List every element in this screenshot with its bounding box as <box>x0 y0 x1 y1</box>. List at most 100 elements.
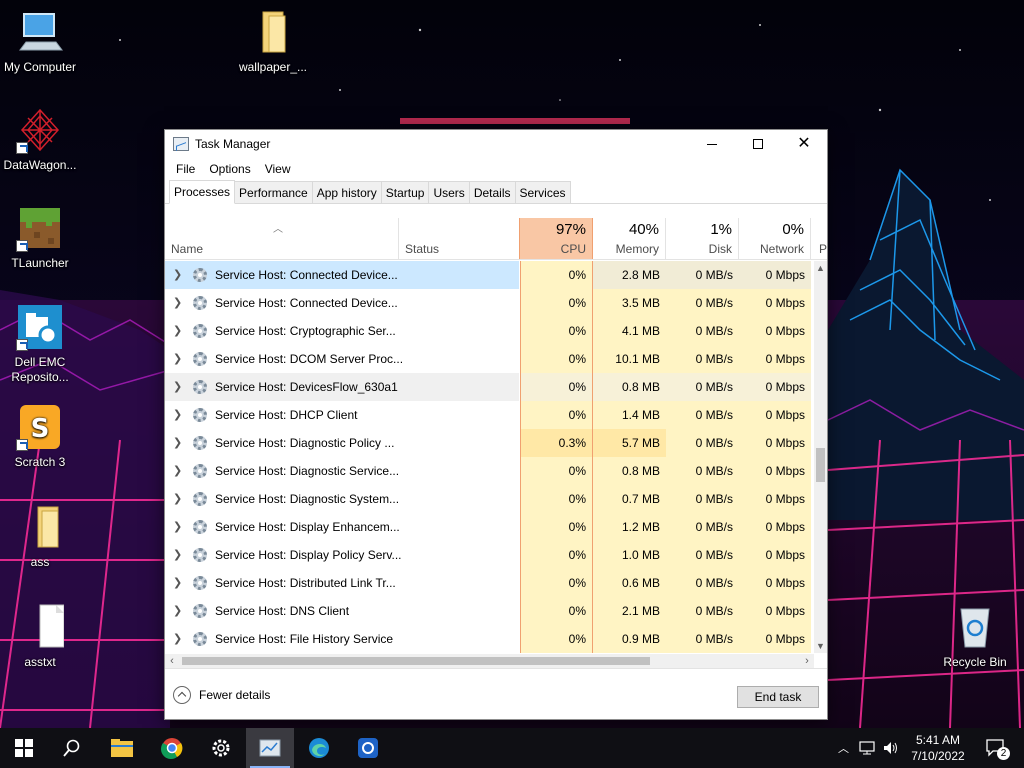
taskbar-file-explorer[interactable] <box>98 728 146 768</box>
scratch-icon: S <box>16 403 64 451</box>
service-gear-icon <box>193 436 207 450</box>
expand-chevron-icon[interactable]: ❯ <box>173 457 182 485</box>
table-row[interactable]: ❯ Service Host: Connected Device... 0% 3.5 … <box>165 289 815 317</box>
process-network: 0 Mbps <box>739 513 811 541</box>
table-row[interactable]: ❯ Service Host: DNS Client 0% 2.1 MB 0 MB/s 0… <box>165 597 815 625</box>
horizontal-scrollbar[interactable]: ‹ › <box>165 654 814 668</box>
tab-performance[interactable]: Performance <box>234 181 313 203</box>
vertical-scroll-thumb[interactable] <box>816 448 825 482</box>
end-task-button[interactable]: End task <box>737 686 819 708</box>
scroll-left-icon[interactable]: ‹ <box>165 654 179 668</box>
column-header-cpu[interactable]: 97% CPU <box>519 218 593 259</box>
process-memory: 10.1 MB <box>593 345 666 373</box>
expand-chevron-icon[interactable]: ❯ <box>173 373 182 401</box>
expand-chevron-icon[interactable]: ❯ <box>173 345 182 373</box>
desktop-icon-scratch[interactable]: S Scratch 3 <box>0 403 80 470</box>
desktop-icon-datawagon[interactable]: DataWagon... <box>0 106 80 173</box>
expand-chevron-icon[interactable]: ❯ <box>173 625 182 653</box>
column-header-status[interactable]: Status <box>399 218 519 259</box>
tab-details[interactable]: Details <box>468 181 516 203</box>
horizontal-scroll-thumb[interactable] <box>182 657 650 665</box>
taskbar-chrome[interactable] <box>148 728 196 768</box>
column-header-name[interactable]: ︿ Name <box>165 218 399 259</box>
table-row[interactable]: ❯ Service Host: Diagnostic Service... 0% 0.… <box>165 457 815 485</box>
process-disk: 0 MB/s <box>666 485 739 513</box>
column-header-power[interactable]: P <box>813 218 827 259</box>
expand-chevron-icon[interactable]: ❯ <box>173 597 182 625</box>
network-icon[interactable] <box>859 741 875 755</box>
column-header-memory[interactable]: 40% Memory <box>593 218 666 259</box>
minimize-button[interactable] <box>689 130 735 158</box>
table-row[interactable]: ❯ Service Host: Display Policy Serv... 0% 1… <box>165 541 815 569</box>
column-header-disk[interactable]: 1% Disk <box>666 218 739 259</box>
table-row[interactable]: ❯ Service Host: File History Service 0% 0.9… <box>165 625 815 653</box>
menu-options[interactable]: Options <box>202 162 257 176</box>
scroll-right-icon[interactable]: › <box>800 654 814 668</box>
desktop-icon-wallpaper[interactable]: wallpaper_... <box>233 8 313 75</box>
table-row[interactable]: ❯ Service Host: DCOM Server Proc... 0% 10.1… <box>165 345 815 373</box>
desktop-icon-dell-emc[interactable]: Dell EMC Reposito... <box>0 303 80 385</box>
desktop-icon-ass[interactable]: ass <box>0 503 80 570</box>
expand-chevron-icon[interactable]: ❯ <box>173 569 182 597</box>
process-disk: 0 MB/s <box>666 457 739 485</box>
expand-chevron-icon[interactable]: ❯ <box>173 401 182 429</box>
tab-startup[interactable]: Startup <box>380 181 430 203</box>
table-row[interactable]: ❯ Service Host: Connected Device... 0% 2.8 … <box>165 261 815 289</box>
desktop-icon-recycle-bin[interactable]: Recycle Bin <box>935 603 1015 670</box>
expand-chevron-icon[interactable]: ❯ <box>173 513 182 541</box>
task-manager-window[interactable]: Task Manager ✕ File Options View Process… <box>164 129 828 720</box>
desktop-icon-asstxt[interactable]: asstxt <box>0 603 80 670</box>
tab-app-history[interactable]: App history <box>311 181 382 203</box>
service-gear-icon <box>193 520 207 534</box>
close-button[interactable]: ✕ <box>781 130 827 158</box>
table-row[interactable]: ❯ Service Host: Distributed Link Tr... 0% 0… <box>165 569 815 597</box>
menu-file[interactable]: File <box>169 162 202 176</box>
scroll-up-icon[interactable]: ▲ <box>814 261 827 275</box>
expand-chevron-icon[interactable]: ❯ <box>173 289 182 317</box>
process-cpu: 0% <box>520 541 593 569</box>
vertical-scrollbar[interactable]: ▲ ▼ <box>814 261 827 653</box>
taskbar-remote-desktop[interactable] <box>344 728 392 768</box>
service-gear-icon <box>193 576 207 590</box>
title-bar[interactable]: Task Manager ✕ <box>165 130 827 158</box>
search-button[interactable] <box>48 728 96 768</box>
expand-chevron-icon[interactable]: ❯ <box>173 261 182 289</box>
taskbar-edge[interactable] <box>295 728 343 768</box>
table-row[interactable]: ❯ Service Host: DevicesFlow_630a1 0% 0.8 MB… <box>165 373 815 401</box>
notification-center-button[interactable]: 2 <box>976 728 1016 768</box>
scroll-down-icon[interactable]: ▼ <box>814 639 827 653</box>
tab-processes[interactable]: Processes <box>169 180 236 204</box>
table-row[interactable]: ❯ Service Host: Diagnostic Policy ... 0.3%… <box>165 429 815 457</box>
desktop-icon-my-computer[interactable]: My Computer <box>0 8 80 75</box>
tab-services[interactable]: Services <box>514 181 571 203</box>
expand-chevron-icon[interactable]: ❯ <box>173 317 182 345</box>
maximize-button[interactable] <box>735 130 781 158</box>
table-row[interactable]: ❯ Service Host: Diagnostic System... 0% 0.7… <box>165 485 815 513</box>
clock-date: 7/10/2022 <box>911 749 965 763</box>
table-row[interactable]: ❯ Service Host: Cryptographic Ser... 0% 4.1… <box>165 317 815 345</box>
process-network: 0 Mbps <box>739 597 811 625</box>
tab-users[interactable]: Users <box>428 181 470 203</box>
desktop-icon-tlauncher[interactable]: TLauncher <box>0 204 80 271</box>
taskbar-settings[interactable] <box>197 728 245 768</box>
expand-chevron-icon[interactable]: ❯ <box>173 541 182 569</box>
column-header-network[interactable]: 0% Network <box>739 218 811 259</box>
taskbar-clock[interactable]: 5:41 AM 7/10/2022 <box>900 732 976 764</box>
start-button[interactable] <box>0 728 48 768</box>
taskbar-task-manager[interactable] <box>246 728 294 768</box>
fewer-details-button[interactable]: Fewer details <box>173 686 270 704</box>
process-status <box>399 597 519 625</box>
table-row[interactable]: ❯ Service Host: DHCP Client 0% 1.4 MB 0 MB/s… <box>165 401 815 429</box>
volume-icon[interactable] <box>883 741 899 755</box>
menu-view[interactable]: View <box>258 162 298 176</box>
process-status <box>399 345 519 373</box>
process-name: Service Host: Diagnostic Service... <box>215 464 400 478</box>
process-disk: 0 MB/s <box>666 261 739 289</box>
expand-chevron-icon[interactable]: ❯ <box>173 485 182 513</box>
table-row[interactable]: ❯ Service Host: Display Enhancem... 0% 1.2 … <box>165 513 815 541</box>
tray-overflow-chevron-icon[interactable]: ︿ <box>838 740 849 756</box>
windows-start-icon <box>15 739 33 757</box>
expand-chevron-icon[interactable]: ❯ <box>173 429 182 457</box>
process-memory: 1.4 MB <box>593 401 666 429</box>
process-name: Service Host: Display Policy Serv... <box>215 548 402 562</box>
